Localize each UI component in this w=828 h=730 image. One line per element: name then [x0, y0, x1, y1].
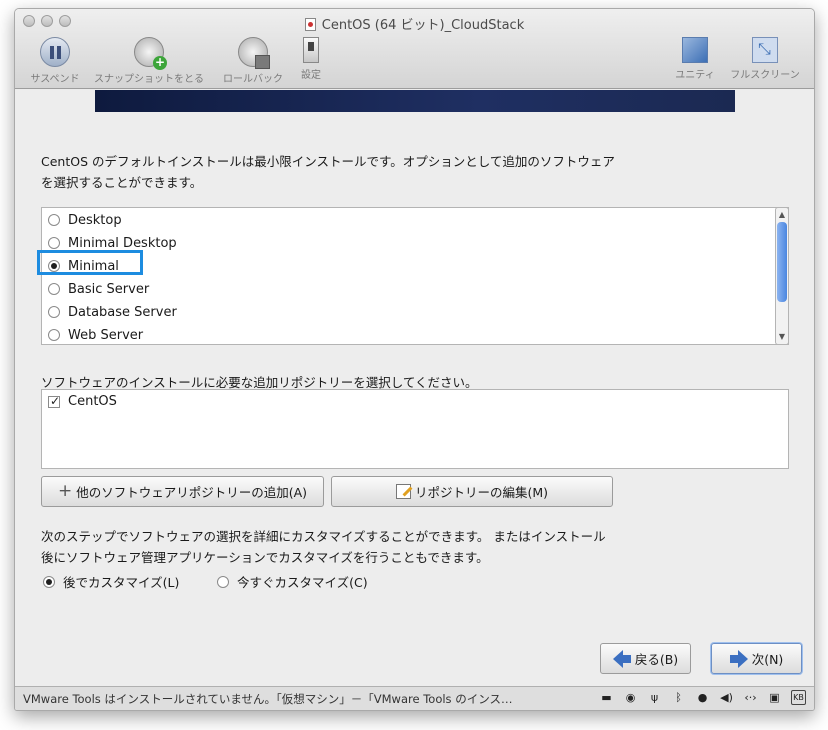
- fullscreen-button[interactable]: フルスクリーン: [725, 37, 805, 81]
- rollback-icon: [238, 37, 270, 69]
- status-bar: VMware Tools はインストールされていません。「仮想マシン」－「VMw…: [15, 686, 814, 710]
- settings-switch-icon: [303, 37, 319, 63]
- hard-disk-icon[interactable]: ▬: [599, 690, 614, 705]
- plus-icon: +: [57, 481, 73, 501]
- list-item[interactable]: Basic Server: [48, 279, 149, 299]
- pause-icon: [40, 37, 70, 67]
- customize-description: 次のステップでソフトウェアの選択を詳細にカスタマイズすることができます。 または…: [41, 529, 606, 565]
- bluetooth-icon[interactable]: ᛒ: [671, 690, 686, 705]
- unity-label: ユニティ: [675, 70, 715, 81]
- fullscreen-icon: [752, 37, 778, 63]
- suspend-button[interactable]: サスペンド: [19, 37, 91, 85]
- settings-label: 設定: [301, 70, 321, 81]
- arrow-right-icon: [729, 649, 748, 668]
- radio-database-server[interactable]: [48, 306, 60, 318]
- vm-document-icon: [304, 18, 316, 31]
- radio-basic-server[interactable]: [48, 283, 60, 295]
- camera-icon[interactable]: ◉: [623, 690, 638, 705]
- list-scrollbar[interactable]: ▲ ▼: [775, 207, 789, 345]
- scroll-up-icon[interactable]: ▲: [776, 209, 788, 221]
- suspend-label: サスペンド: [30, 74, 80, 85]
- rollback-button[interactable]: ロールバック: [217, 37, 289, 85]
- repo-checkbox-centos[interactable]: [48, 394, 60, 408]
- radio-minimal-desktop[interactable]: [48, 237, 60, 249]
- software-list: Desktop Minimal Desktop Minimal Basic Se…: [41, 207, 789, 345]
- repo-list: CentOS: [41, 389, 789, 469]
- radio-web-server[interactable]: [48, 329, 60, 341]
- device-icons: ▬ ◉ ψ ᛒ ● ◀) ‹·› ▣ KB: [599, 690, 806, 705]
- arrow-left-icon: [612, 649, 631, 668]
- rollback-label: ロールバック: [223, 74, 283, 85]
- next-button[interactable]: 次(N): [711, 643, 802, 674]
- printer-icon[interactable]: ▣: [767, 690, 782, 705]
- snapshot-icon: [134, 37, 167, 70]
- window-title: CentOS (64 ビット)_CloudStack: [15, 14, 814, 33]
- fullscreen-label: フルスクリーン: [730, 70, 800, 81]
- radio-customize-now[interactable]: [217, 575, 229, 588]
- edit-icon: [395, 484, 411, 499]
- list-item[interactable]: Desktop: [48, 210, 122, 230]
- unity-icon: [682, 37, 708, 63]
- vm-window: CentOS (64 ビット)_CloudStack サスペンド スナップショッ…: [14, 8, 815, 711]
- radio-desktop[interactable]: [48, 214, 60, 226]
- scroll-down-icon[interactable]: ▼: [776, 331, 788, 343]
- network-icon[interactable]: ‹·›: [743, 690, 758, 705]
- edit-repository-button[interactable]: リポジトリーの編集(M): [331, 476, 613, 507]
- sound-icon[interactable]: ◀): [719, 690, 734, 705]
- snapshot-label: スナップショットをとる: [94, 74, 204, 85]
- installer-banner: [95, 90, 735, 112]
- title-toolbar: CentOS (64 ビット)_CloudStack サスペンド スナップショッ…: [15, 9, 814, 89]
- selection-highlight-box: [37, 250, 143, 275]
- cd-dvd-icon[interactable]: ●: [695, 690, 710, 705]
- radio-customize-later[interactable]: [43, 575, 55, 588]
- unity-button[interactable]: ユニティ: [670, 37, 720, 81]
- back-button[interactable]: 戻る(B): [600, 643, 691, 674]
- intro-text: CentOS のデフォルトインストールは最小限インストールです。オプションとして…: [41, 154, 615, 190]
- shared-folder-icon[interactable]: KB: [791, 690, 806, 705]
- scroll-thumb[interactable]: [777, 222, 787, 302]
- installer-content: CentOS のデフォルトインストールは最小限インストールです。オプションとして…: [15, 90, 814, 688]
- customize-later-option[interactable]: 後でカスタマイズ(L): [43, 572, 179, 591]
- add-repository-button[interactable]: + 他のソフトウェアリポジトリーの追加(A): [41, 476, 324, 507]
- list-item[interactable]: Database Server: [48, 302, 177, 322]
- status-message[interactable]: VMware Tools はインストールされていません。「仮想マシン」－「VMw…: [23, 691, 512, 707]
- usb-icon[interactable]: ψ: [647, 690, 662, 705]
- customize-now-option[interactable]: 今すぐカスタマイズ(C): [217, 572, 368, 591]
- list-item[interactable]: Web Server: [48, 325, 143, 345]
- settings-button[interactable]: 設定: [291, 37, 331, 81]
- take-snapshot-button[interactable]: スナップショットをとる: [87, 37, 211, 85]
- list-item[interactable]: CentOS: [48, 394, 117, 409]
